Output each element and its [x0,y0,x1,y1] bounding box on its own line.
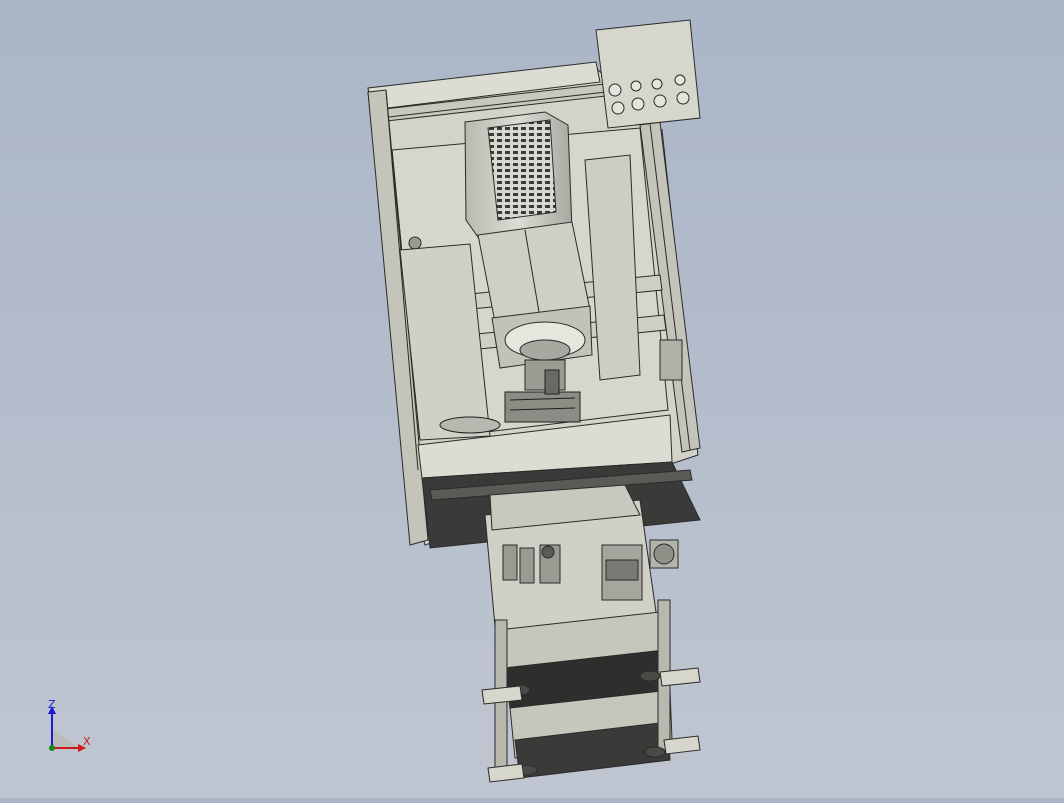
machine-model[interactable] [0,0,1064,798]
x-axis-label: X [83,735,91,748]
triad-icon [48,706,86,752]
coordinate-triad: Z X [38,698,98,758]
z-axis-label: Z [48,698,56,711]
lower-stand [481,484,701,783]
cad-viewport[interactable]: Z X [0,0,1064,798]
control-panel-box [595,19,701,129]
